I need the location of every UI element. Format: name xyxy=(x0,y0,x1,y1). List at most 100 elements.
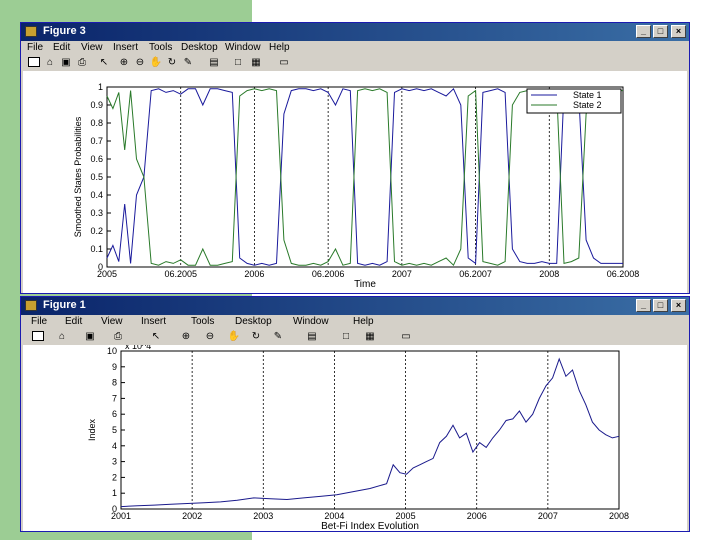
x-axis-label: Bet-Fi Index Evolution xyxy=(321,521,419,531)
menu-file[interactable]: File xyxy=(31,316,47,327)
y-tick-label: 9 xyxy=(112,362,117,372)
x-tick-label: 2006 xyxy=(244,269,264,279)
maximize-button[interactable]: □ xyxy=(653,299,668,312)
colorbar-icon[interactable]: ▤ xyxy=(305,331,319,343)
colorbar-icon[interactable]: ▤ xyxy=(207,57,221,69)
new-icon[interactable] xyxy=(27,57,41,69)
y-tick-label: 0.3 xyxy=(90,208,103,218)
x-tick-label: 2006 xyxy=(467,511,487,521)
hide-tools-icon[interactable]: ▦ xyxy=(363,331,377,343)
figure1-toolbar: ⌂ ▣ ⎙ ↖ ⊕ ⊖ ✋ ↻ ✎ ▤ □ ▦ ▭ xyxy=(21,329,689,345)
x-tick-label: 2004 xyxy=(324,511,344,521)
data-cursor-icon[interactable]: ✎ xyxy=(271,331,285,343)
y-tick-label: 1 xyxy=(98,82,103,92)
menu-insert[interactable]: Insert xyxy=(141,316,166,327)
show-tools-icon[interactable]: ▭ xyxy=(399,331,413,343)
x-tick-label: 06.2007 xyxy=(459,269,492,279)
menu-window[interactable]: Window xyxy=(225,42,261,53)
x-tick-label: 2005 xyxy=(396,511,416,521)
y-axis-label: Index xyxy=(87,418,97,441)
menu-file[interactable]: File xyxy=(27,42,43,53)
y-tick-label: 0.1 xyxy=(90,244,103,254)
menu-edit[interactable]: Edit xyxy=(53,42,70,53)
matlab-figure-icon xyxy=(25,26,37,37)
x-tick-label: 2008 xyxy=(539,269,559,279)
y-tick-label: 5 xyxy=(112,425,117,435)
x-tick-label: 2007 xyxy=(538,511,558,521)
zoom-in-icon[interactable]: ⊕ xyxy=(179,331,193,343)
menu-window[interactable]: Window xyxy=(293,316,329,327)
y-tick-label: 0.9 xyxy=(90,100,103,110)
zoom-in-icon[interactable]: ⊕ xyxy=(117,57,131,69)
figure1-title: Figure 1 xyxy=(43,299,86,311)
plot-frame xyxy=(106,86,624,268)
zoom-out-icon[interactable]: ⊖ xyxy=(203,331,217,343)
minimize-button[interactable]: _ xyxy=(636,25,651,38)
y-multiplier-label: x 10^4 xyxy=(125,345,151,351)
menu-tools[interactable]: Tools xyxy=(149,42,172,53)
figure1-plot-area: 2001 2002 2003 2004 2005 2006 2007 2008 0 1 2 3 4 5 6 7… xyxy=(23,341,687,532)
matlab-figure-icon xyxy=(25,300,37,311)
legend-entry: State 2 xyxy=(573,100,602,110)
close-button[interactable]: × xyxy=(671,299,686,312)
menu-desktop[interactable]: Desktop xyxy=(235,316,272,327)
index-evolution-chart: 2001 2002 2003 2004 2005 2006 2007 200801234567… xyxy=(87,341,629,532)
states-probability-chart: 2005 06.2005 2006 06.2006 2007 06.2007 2008 06.… xyxy=(73,82,639,290)
pan-icon[interactable]: ✋ xyxy=(227,331,241,343)
zoom-out-icon[interactable]: ⊖ xyxy=(133,57,147,69)
save-icon[interactable]: ▣ xyxy=(59,57,73,69)
print-icon[interactable]: ⎙ xyxy=(111,331,125,343)
minimize-button[interactable]: _ xyxy=(636,299,651,312)
open-icon[interactable]: ⌂ xyxy=(55,331,69,343)
print-icon[interactable]: ⎙ xyxy=(75,57,89,69)
y-tick-label: 2 xyxy=(112,472,117,482)
menu-view[interactable]: View xyxy=(101,316,123,327)
y-tick-label: 0.8 xyxy=(90,118,103,128)
menu-tools[interactable]: Tools xyxy=(191,316,214,327)
y-tick-label: 0.6 xyxy=(90,154,103,164)
y-tick-label: 4 xyxy=(112,441,117,451)
data-cursor-icon[interactable]: ✎ xyxy=(181,57,195,69)
pan-icon[interactable]: ✋ xyxy=(149,57,163,69)
figure3-plot-area: 2005 06.2005 2006 06.2006 2007 06.2007 2008 06.… xyxy=(23,71,687,293)
figure1-window: Figure 1 _ □ × File Edit View Insert Too… xyxy=(20,296,690,532)
plot-frame xyxy=(120,350,620,510)
figure1-menubar: File Edit View Insert Tools Desktop Wind… xyxy=(21,315,689,329)
x-tick-label: 2007 xyxy=(392,269,412,279)
new-icon[interactable] xyxy=(31,331,45,343)
y-tick-label: 8 xyxy=(112,378,117,388)
y-tick-label: 7 xyxy=(112,393,117,403)
menu-view[interactable]: View xyxy=(81,42,103,53)
rotate-icon[interactable]: ↻ xyxy=(249,331,263,343)
x-axis-label: Time xyxy=(354,279,376,290)
y-tick-label: 0.5 xyxy=(90,172,103,182)
figure3-menubar: File Edit View Insert Tools Desktop Wind… xyxy=(21,41,689,55)
legend-icon[interactable]: □ xyxy=(339,331,353,343)
x-tick-label: 06.2006 xyxy=(312,269,345,279)
open-icon[interactable]: ⌂ xyxy=(43,57,57,69)
figure3-toolbar: ⌂ ▣ ⎙ ↖ ⊕ ⊖ ✋ ↻ ✎ ▤ □ ▦ ▭ xyxy=(21,55,689,71)
maximize-button[interactable]: □ xyxy=(653,25,668,38)
figure3-window: Figure 3 _ □ × File Edit View Insert Too… xyxy=(20,22,690,294)
show-tools-icon[interactable]: ▭ xyxy=(277,57,291,69)
y-tick-label: 0.4 xyxy=(90,190,103,200)
pointer-icon[interactable]: ↖ xyxy=(97,57,111,69)
legend-entry: State 1 xyxy=(573,90,602,100)
menu-help[interactable]: Help xyxy=(269,42,290,53)
x-tick-label: 2008 xyxy=(609,511,629,521)
menu-help[interactable]: Help xyxy=(353,316,374,327)
rotate-icon[interactable]: ↻ xyxy=(165,57,179,69)
y-tick-label: 0 xyxy=(98,262,103,272)
x-tick-label: 2003 xyxy=(253,511,273,521)
menu-desktop[interactable]: Desktop xyxy=(181,42,218,53)
figure1-titlebar[interactable]: Figure 1 _ □ × xyxy=(21,297,689,315)
save-icon[interactable]: ▣ xyxy=(83,331,97,343)
menu-edit[interactable]: Edit xyxy=(65,316,82,327)
hide-tools-icon[interactable]: ▦ xyxy=(249,57,263,69)
close-button[interactable]: × xyxy=(671,25,686,38)
figure3-titlebar[interactable]: Figure 3 _ □ × xyxy=(21,23,689,41)
menu-insert[interactable]: Insert xyxy=(113,42,138,53)
x-tick-label: 2002 xyxy=(182,511,202,521)
pointer-icon[interactable]: ↖ xyxy=(149,331,163,343)
legend-icon[interactable]: □ xyxy=(231,57,245,69)
